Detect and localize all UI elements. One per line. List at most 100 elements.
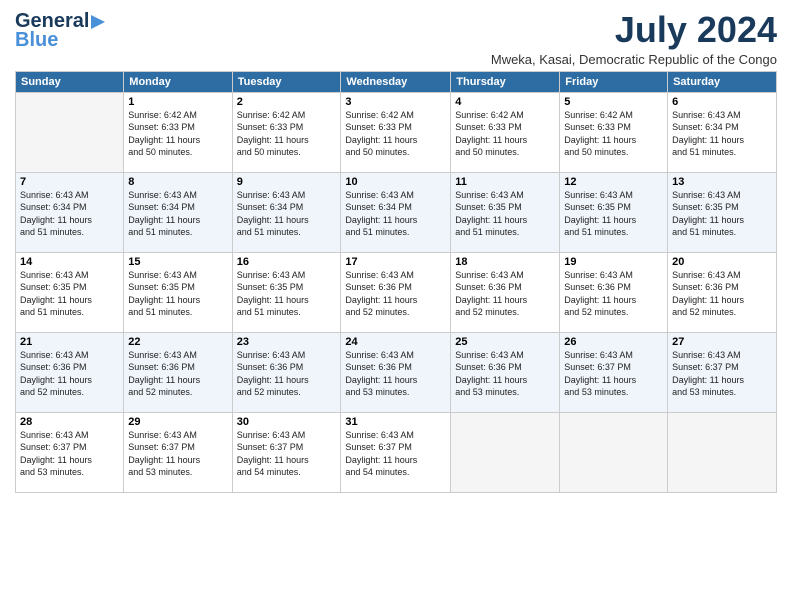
calendar-day-cell: 10Sunrise: 6:43 AM Sunset: 6:34 PM Dayli… [341, 172, 451, 252]
calendar-day-cell: 24Sunrise: 6:43 AM Sunset: 6:36 PM Dayli… [341, 332, 451, 412]
day-number: 28 [20, 416, 119, 428]
day-number: 15 [128, 256, 227, 268]
calendar-day-cell: 21Sunrise: 6:43 AM Sunset: 6:36 PM Dayli… [16, 332, 124, 412]
day-info: Sunrise: 6:43 AM Sunset: 6:35 PM Dayligh… [672, 189, 772, 239]
day-of-week-header: Sunday [16, 71, 124, 92]
day-number: 18 [455, 256, 555, 268]
calendar-day-cell: 14Sunrise: 6:43 AM Sunset: 6:35 PM Dayli… [16, 252, 124, 332]
calendar-empty-cell [16, 92, 124, 172]
calendar-day-cell: 18Sunrise: 6:43 AM Sunset: 6:36 PM Dayli… [451, 252, 560, 332]
calendar-empty-cell [560, 412, 668, 492]
day-info: Sunrise: 6:43 AM Sunset: 6:37 PM Dayligh… [20, 429, 119, 479]
day-info: Sunrise: 6:43 AM Sunset: 6:35 PM Dayligh… [455, 189, 555, 239]
day-info: Sunrise: 6:43 AM Sunset: 6:34 PM Dayligh… [237, 189, 337, 239]
calendar-page: General Blue July 2024 Mweka, Kasai, Dem… [0, 0, 792, 612]
day-info: Sunrise: 6:43 AM Sunset: 6:36 PM Dayligh… [20, 349, 119, 399]
day-number: 13 [672, 176, 772, 188]
day-number: 12 [564, 176, 663, 188]
day-of-week-header: Tuesday [232, 71, 341, 92]
day-number: 20 [672, 256, 772, 268]
calendar-day-cell: 20Sunrise: 6:43 AM Sunset: 6:36 PM Dayli… [668, 252, 777, 332]
day-info: Sunrise: 6:43 AM Sunset: 6:36 PM Dayligh… [455, 349, 555, 399]
day-number: 24 [345, 336, 446, 348]
calendar-day-cell: 25Sunrise: 6:43 AM Sunset: 6:36 PM Dayli… [451, 332, 560, 412]
day-number: 8 [128, 176, 227, 188]
day-info: Sunrise: 6:43 AM Sunset: 6:36 PM Dayligh… [345, 349, 446, 399]
calendar-day-cell: 9Sunrise: 6:43 AM Sunset: 6:34 PM Daylig… [232, 172, 341, 252]
day-info: Sunrise: 6:42 AM Sunset: 6:33 PM Dayligh… [345, 109, 446, 159]
location-subtitle: Mweka, Kasai, Democratic Republic of the… [491, 52, 777, 67]
day-number: 11 [455, 176, 555, 188]
calendar-table: SundayMondayTuesdayWednesdayThursdayFrid… [15, 71, 777, 493]
day-of-week-header: Wednesday [341, 71, 451, 92]
day-number: 23 [237, 336, 337, 348]
day-info: Sunrise: 6:42 AM Sunset: 6:33 PM Dayligh… [128, 109, 227, 159]
calendar-day-cell: 23Sunrise: 6:43 AM Sunset: 6:36 PM Dayli… [232, 332, 341, 412]
day-info: Sunrise: 6:43 AM Sunset: 6:35 PM Dayligh… [564, 189, 663, 239]
calendar-day-cell: 30Sunrise: 6:43 AM Sunset: 6:37 PM Dayli… [232, 412, 341, 492]
calendar-day-cell: 28Sunrise: 6:43 AM Sunset: 6:37 PM Dayli… [16, 412, 124, 492]
day-number: 16 [237, 256, 337, 268]
day-info: Sunrise: 6:43 AM Sunset: 6:37 PM Dayligh… [345, 429, 446, 479]
day-number: 9 [237, 176, 337, 188]
day-info: Sunrise: 6:43 AM Sunset: 6:34 PM Dayligh… [672, 109, 772, 159]
day-number: 25 [455, 336, 555, 348]
calendar-day-cell: 3Sunrise: 6:42 AM Sunset: 6:33 PM Daylig… [341, 92, 451, 172]
calendar-week-row: 14Sunrise: 6:43 AM Sunset: 6:35 PM Dayli… [16, 252, 777, 332]
title-block: July 2024 Mweka, Kasai, Democratic Repub… [491, 10, 777, 67]
day-info: Sunrise: 6:43 AM Sunset: 6:36 PM Dayligh… [128, 349, 227, 399]
calendar-day-cell: 17Sunrise: 6:43 AM Sunset: 6:36 PM Dayli… [341, 252, 451, 332]
day-info: Sunrise: 6:42 AM Sunset: 6:33 PM Dayligh… [564, 109, 663, 159]
day-of-week-header: Friday [560, 71, 668, 92]
day-info: Sunrise: 6:43 AM Sunset: 6:36 PM Dayligh… [345, 269, 446, 319]
day-number: 2 [237, 96, 337, 108]
calendar-week-row: 28Sunrise: 6:43 AM Sunset: 6:37 PM Dayli… [16, 412, 777, 492]
day-info: Sunrise: 6:43 AM Sunset: 6:36 PM Dayligh… [455, 269, 555, 319]
calendar-week-row: 7Sunrise: 6:43 AM Sunset: 6:34 PM Daylig… [16, 172, 777, 252]
day-number: 4 [455, 96, 555, 108]
day-info: Sunrise: 6:43 AM Sunset: 6:36 PM Dayligh… [672, 269, 772, 319]
day-number: 17 [345, 256, 446, 268]
calendar-day-cell: 13Sunrise: 6:43 AM Sunset: 6:35 PM Dayli… [668, 172, 777, 252]
day-info: Sunrise: 6:43 AM Sunset: 6:36 PM Dayligh… [564, 269, 663, 319]
calendar-day-cell: 31Sunrise: 6:43 AM Sunset: 6:37 PM Dayli… [341, 412, 451, 492]
day-info: Sunrise: 6:43 AM Sunset: 6:34 PM Dayligh… [20, 189, 119, 239]
day-number: 21 [20, 336, 119, 348]
day-info: Sunrise: 6:43 AM Sunset: 6:34 PM Dayligh… [128, 189, 227, 239]
header: General Blue July 2024 Mweka, Kasai, Dem… [15, 10, 777, 67]
logo-blue-text: Blue [15, 29, 58, 52]
day-info: Sunrise: 6:42 AM Sunset: 6:33 PM Dayligh… [455, 109, 555, 159]
calendar-week-row: 1Sunrise: 6:42 AM Sunset: 6:33 PM Daylig… [16, 92, 777, 172]
calendar-day-cell: 16Sunrise: 6:43 AM Sunset: 6:35 PM Dayli… [232, 252, 341, 332]
month-year-title: July 2024 [491, 10, 777, 50]
day-of-week-header: Saturday [668, 71, 777, 92]
day-info: Sunrise: 6:43 AM Sunset: 6:34 PM Dayligh… [345, 189, 446, 239]
day-number: 30 [237, 416, 337, 428]
day-number: 31 [345, 416, 446, 428]
day-number: 14 [20, 256, 119, 268]
calendar-day-cell: 26Sunrise: 6:43 AM Sunset: 6:37 PM Dayli… [560, 332, 668, 412]
day-number: 26 [564, 336, 663, 348]
day-number: 27 [672, 336, 772, 348]
day-info: Sunrise: 6:43 AM Sunset: 6:37 PM Dayligh… [564, 349, 663, 399]
day-number: 29 [128, 416, 227, 428]
day-number: 22 [128, 336, 227, 348]
calendar-day-cell: 27Sunrise: 6:43 AM Sunset: 6:37 PM Dayli… [668, 332, 777, 412]
calendar-day-cell: 15Sunrise: 6:43 AM Sunset: 6:35 PM Dayli… [124, 252, 232, 332]
day-number: 3 [345, 96, 446, 108]
calendar-day-cell: 5Sunrise: 6:42 AM Sunset: 6:33 PM Daylig… [560, 92, 668, 172]
day-number: 6 [672, 96, 772, 108]
calendar-day-cell: 22Sunrise: 6:43 AM Sunset: 6:36 PM Dayli… [124, 332, 232, 412]
day-number: 10 [345, 176, 446, 188]
day-of-week-header: Monday [124, 71, 232, 92]
day-info: Sunrise: 6:43 AM Sunset: 6:35 PM Dayligh… [128, 269, 227, 319]
day-number: 1 [128, 96, 227, 108]
logo-arrow-icon [91, 15, 109, 29]
day-number: 19 [564, 256, 663, 268]
day-info: Sunrise: 6:43 AM Sunset: 6:37 PM Dayligh… [128, 429, 227, 479]
calendar-empty-cell [451, 412, 560, 492]
day-info: Sunrise: 6:43 AM Sunset: 6:36 PM Dayligh… [237, 349, 337, 399]
day-info: Sunrise: 6:43 AM Sunset: 6:35 PM Dayligh… [20, 269, 119, 319]
calendar-day-cell: 12Sunrise: 6:43 AM Sunset: 6:35 PM Dayli… [560, 172, 668, 252]
day-number: 5 [564, 96, 663, 108]
